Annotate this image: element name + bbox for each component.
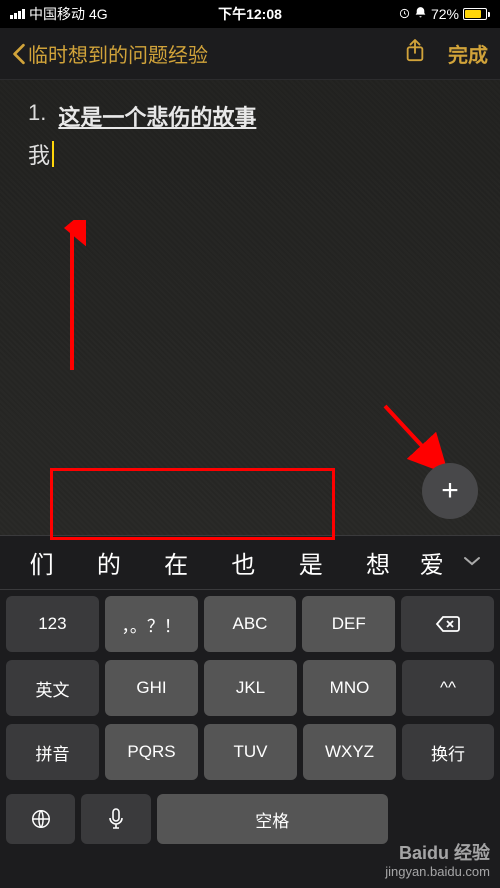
space-key[interactable]: 空格 bbox=[157, 794, 388, 844]
carrier-label: 中国移动 bbox=[29, 4, 85, 24]
note-line-1: 1. 这是一个悲伤的故事 bbox=[28, 100, 472, 132]
key-pqrs[interactable]: PQRS bbox=[105, 724, 198, 780]
key-mno[interactable]: MNO bbox=[303, 660, 396, 716]
suggestion[interactable]: 在 bbox=[143, 545, 210, 580]
status-left: 中国移动 4G bbox=[10, 4, 108, 24]
share-icon[interactable] bbox=[404, 38, 426, 69]
back-title: 临时想到的问题经验 bbox=[28, 39, 208, 68]
done-button[interactable]: 完成 bbox=[448, 39, 488, 68]
mic-key[interactable] bbox=[81, 794, 150, 844]
key-english[interactable]: 英文 bbox=[6, 660, 99, 716]
keyboard: 们 的 在 也 是 想 爱 123 ，。？！ ABC DEF 英文 GHI JK… bbox=[0, 535, 500, 850]
suggestion[interactable]: 爱 bbox=[412, 545, 452, 580]
status-right: 72% bbox=[399, 6, 490, 22]
key-pinyin[interactable]: 拼音 bbox=[6, 724, 99, 780]
delete-key[interactable] bbox=[401, 596, 494, 652]
globe-key[interactable] bbox=[6, 794, 75, 844]
key-wxyz[interactable]: WXYZ bbox=[303, 724, 396, 780]
list-number: 1. bbox=[28, 100, 46, 132]
plus-icon: + bbox=[441, 474, 459, 508]
collapse-keyboard-button[interactable] bbox=[452, 554, 492, 572]
watermark-url: jingyan.baidu.com bbox=[385, 864, 490, 880]
annotation-highlight-box bbox=[50, 468, 335, 540]
watermark-brand: Baidu 经验 bbox=[385, 843, 490, 865]
key-punct[interactable]: ，。？！ bbox=[105, 596, 198, 652]
key-def[interactable]: DEF bbox=[302, 596, 395, 652]
alarm-icon bbox=[414, 6, 427, 22]
suggestion[interactable]: 想 bbox=[344, 545, 411, 580]
add-button[interactable]: + bbox=[422, 463, 478, 519]
key-jkl[interactable]: JKL bbox=[204, 660, 297, 716]
note-body: 我 bbox=[28, 138, 50, 170]
key-caps[interactable]: ^^ bbox=[402, 660, 494, 716]
signal-icon bbox=[10, 9, 25, 19]
annotation-arrow-up bbox=[58, 220, 86, 370]
note-title: 这是一个悲伤的故事 bbox=[58, 100, 256, 132]
battery-percent: 72% bbox=[431, 6, 459, 22]
battery-icon bbox=[463, 8, 490, 20]
network-label: 4G bbox=[89, 6, 108, 22]
key-abc[interactable]: ABC bbox=[204, 596, 297, 652]
clock: 下午12:08 bbox=[218, 4, 282, 24]
suggestion-bar: 们 的 在 也 是 想 爱 bbox=[0, 536, 500, 590]
status-bar: 中国移动 4G 下午12:08 72% bbox=[0, 0, 500, 28]
text-cursor bbox=[52, 141, 54, 167]
key-tuv[interactable]: TUV bbox=[204, 724, 297, 780]
back-button[interactable]: 临时想到的问题经验 bbox=[12, 39, 208, 68]
suggestion[interactable]: 们 bbox=[8, 545, 75, 580]
watermark: Baidu 经验 jingyan.baidu.com bbox=[385, 843, 490, 880]
enter-key[interactable]: 换行 bbox=[402, 724, 494, 780]
suggestion[interactable]: 也 bbox=[210, 545, 277, 580]
lock-icon bbox=[399, 6, 410, 22]
key-123[interactable]: 123 bbox=[6, 596, 99, 652]
nav-bar: 临时想到的问题经验 完成 bbox=[0, 28, 500, 80]
suggestion[interactable]: 是 bbox=[277, 545, 344, 580]
note-line-2: 我 bbox=[28, 138, 472, 170]
note-editor[interactable]: 1. 这是一个悲伤的故事 我 + bbox=[0, 80, 500, 535]
key-ghi[interactable]: GHI bbox=[105, 660, 198, 716]
suggestion[interactable]: 的 bbox=[75, 545, 142, 580]
